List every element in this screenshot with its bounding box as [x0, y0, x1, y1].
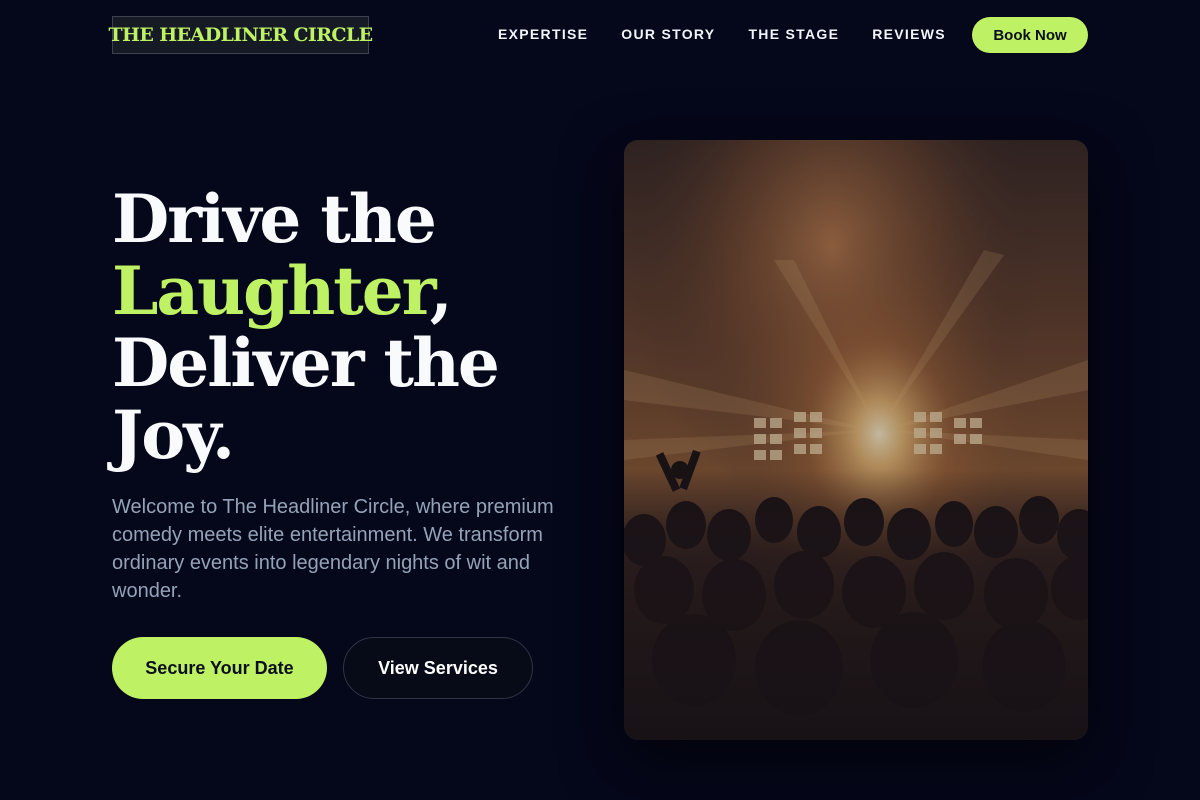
- hero-title-line-1: Drive the: [112, 180, 437, 258]
- concert-crowd-illustration: [624, 140, 1088, 740]
- book-now-button[interactable]: Book Now: [972, 17, 1088, 53]
- secure-your-date-button[interactable]: Secure Your Date: [112, 637, 327, 699]
- hero-title-accent: Laughter: [112, 252, 432, 330]
- nav-link-reviews[interactable]: REVIEWS: [872, 26, 946, 42]
- hero-title-line-3: Deliver the: [112, 324, 500, 402]
- hero-title-comma: ,: [429, 252, 453, 330]
- hero-concert-image: [624, 140, 1088, 740]
- hero-title: Drive the Laughter, Deliver the Joy.: [112, 183, 592, 471]
- nav-link-the-stage[interactable]: THE STAGE: [748, 26, 839, 42]
- main-nav: EXPERTISE OUR STORY THE STAGE REVIEWS: [498, 26, 979, 42]
- site-header: THE HEADLINER CIRCLE EXPERTISE OUR STORY…: [0, 0, 1200, 70]
- nav-link-expertise[interactable]: EXPERTISE: [498, 26, 588, 42]
- brand-logo[interactable]: THE HEADLINER CIRCLE: [108, 16, 373, 54]
- view-services-button[interactable]: View Services: [343, 637, 533, 699]
- nav-link-our-story[interactable]: OUR STORY: [621, 26, 715, 42]
- hero-description: Welcome to The Headliner Circle, where p…: [112, 496, 554, 602]
- hero-title-line-4: Joy.: [112, 396, 235, 474]
